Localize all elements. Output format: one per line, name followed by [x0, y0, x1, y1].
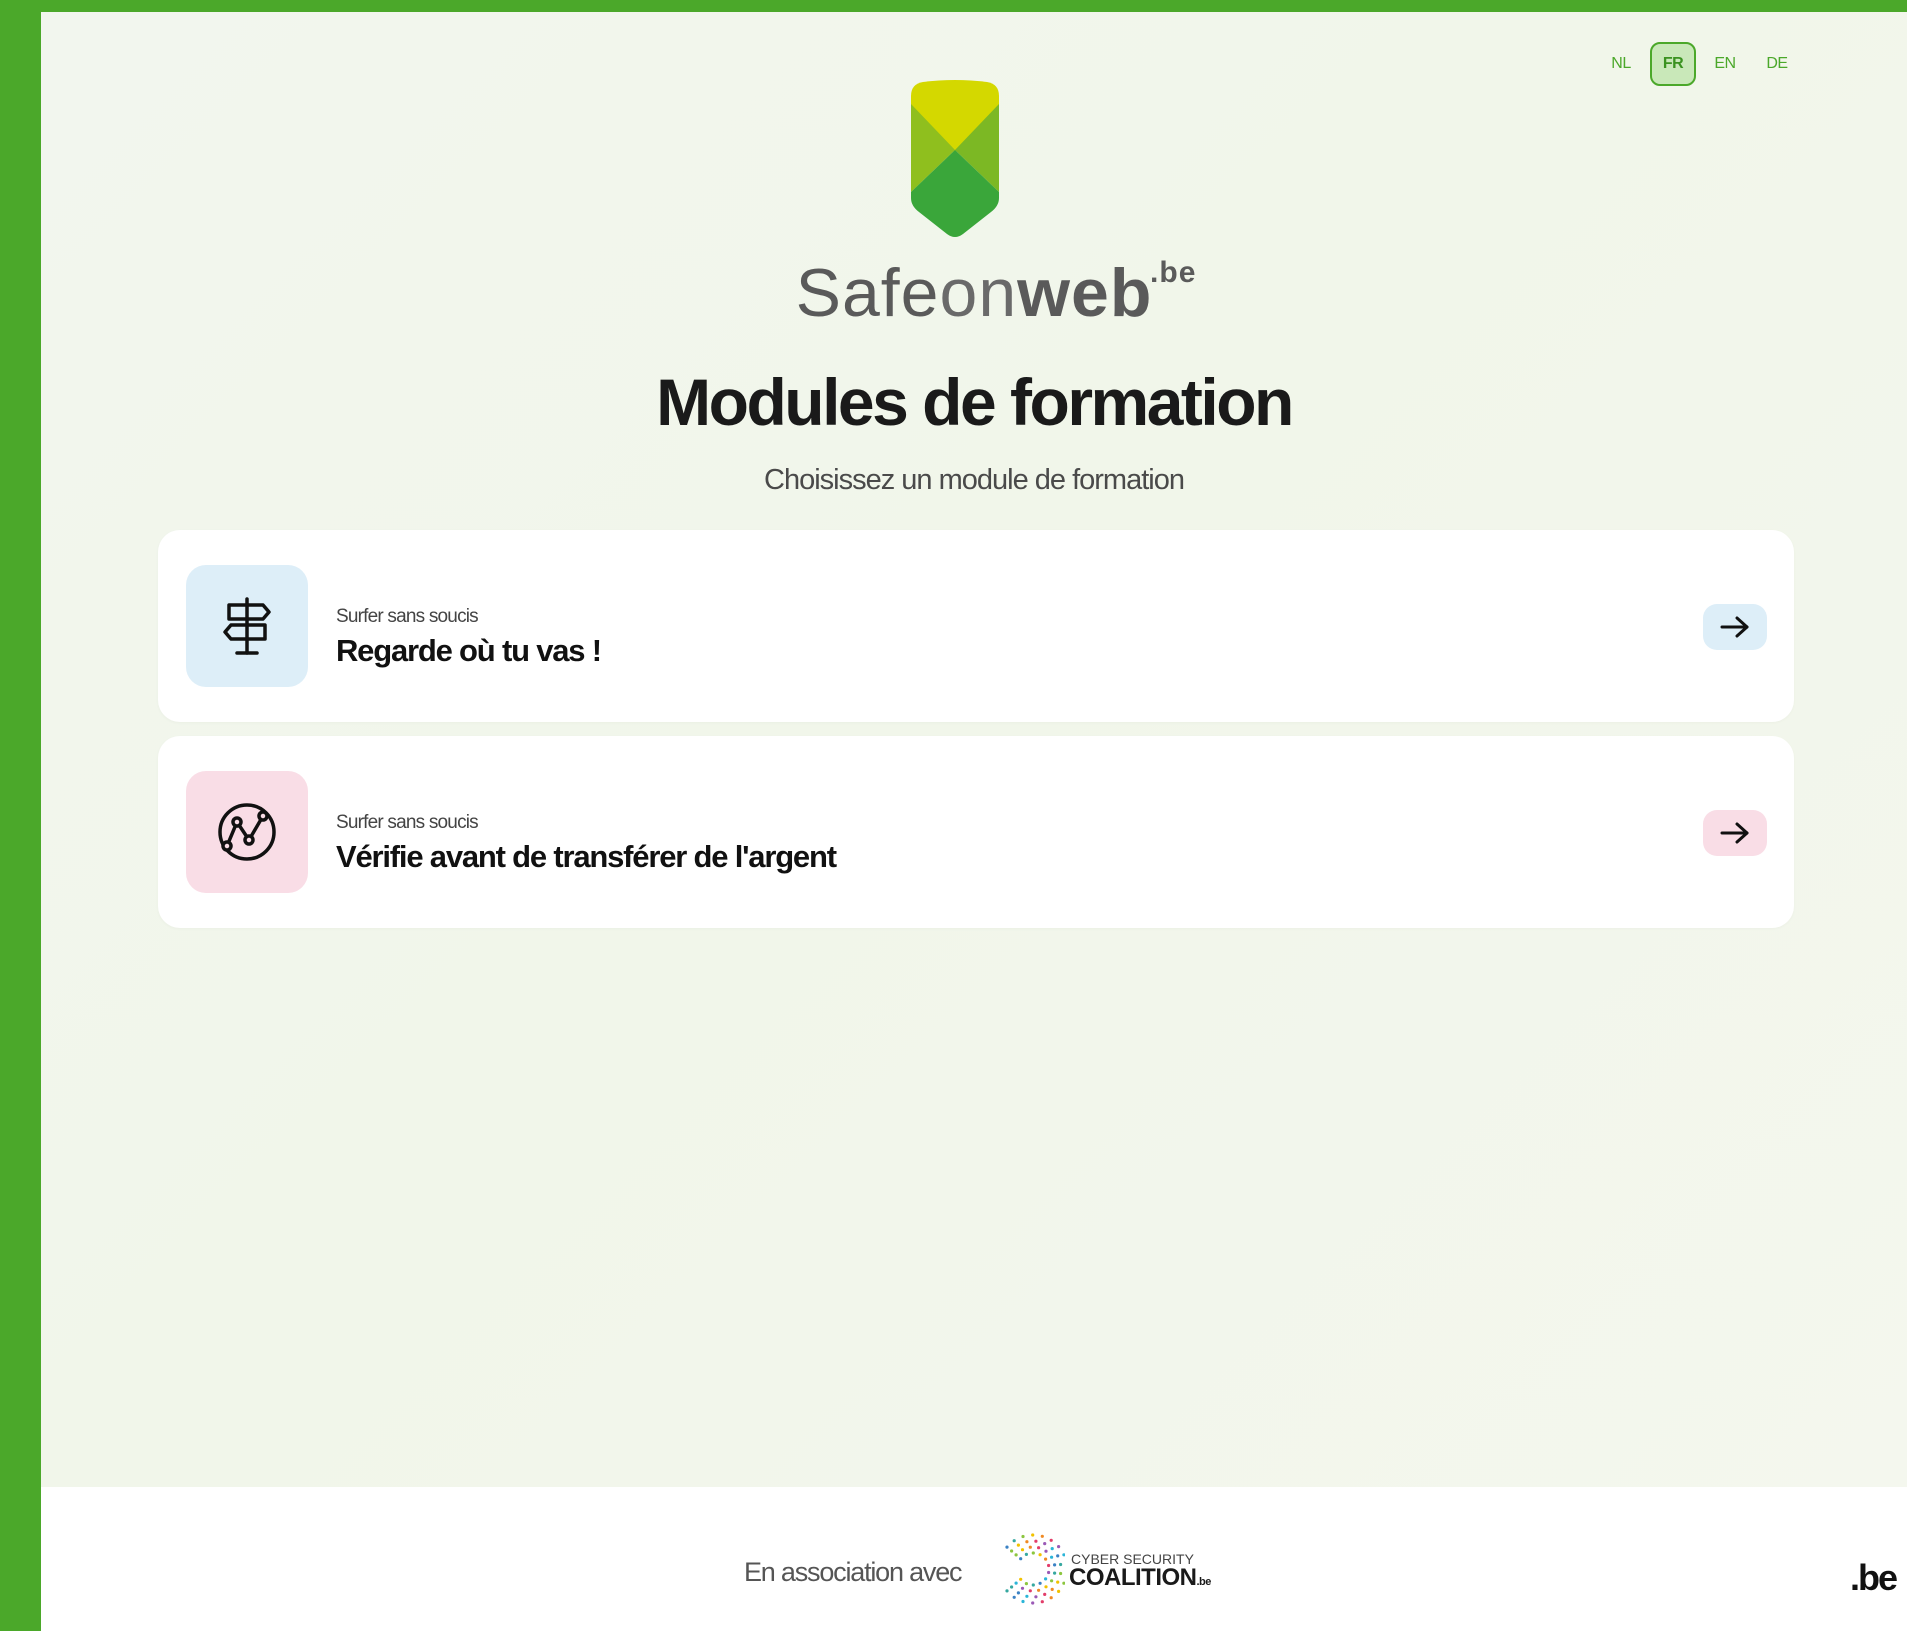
coalition-dot	[1019, 1577, 1023, 1581]
coalition-dot	[1047, 1570, 1051, 1575]
coalition-dot	[1016, 1543, 1020, 1547]
module-title: Regarde où tu vas !	[336, 633, 602, 668]
coalition-dot	[1031, 1601, 1035, 1605]
module-open-button[interactable]	[1703, 604, 1767, 650]
coalition-dot	[1043, 1542, 1047, 1546]
coalition-dot	[1021, 1534, 1025, 1539]
coalition-dot	[1059, 1571, 1063, 1576]
arrow-right-icon	[1720, 822, 1749, 844]
coalition-dot	[1062, 1553, 1065, 1557]
page-title: Modules de formation	[656, 365, 1294, 439]
coalition-dots-icon	[1005, 1533, 1065, 1605]
partner-suffix: .be	[1196, 1576, 1212, 1588]
coalition-dot	[1012, 1539, 1016, 1543]
coalition-dot	[1044, 1557, 1048, 1561]
coalition-dot	[1059, 1562, 1063, 1567]
coalition-dot	[1044, 1549, 1048, 1553]
coalition-dot	[1016, 1591, 1020, 1595]
coalition-dot	[1020, 1586, 1025, 1590]
brand-tld: .be	[1150, 256, 1197, 289]
footer: En association avec CYBER SECURITY COALI…	[41, 1487, 1907, 1631]
coalition-dot	[1031, 1583, 1035, 1587]
coalition-dot	[1025, 1594, 1029, 1598]
coalition-dot	[1053, 1563, 1057, 1567]
coalition-dot	[1010, 1549, 1014, 1553]
coalition-dot	[1025, 1540, 1029, 1544]
coalition-dot	[1049, 1538, 1053, 1542]
module-icon-box	[186, 565, 308, 687]
module-title: Vérifie avant de transférer de l'argent	[336, 839, 837, 874]
module-icon-box	[186, 771, 308, 893]
lang-nl-button[interactable]: NL	[1598, 42, 1644, 86]
brand-wordmark: Safeonweb .be	[41, 254, 1907, 332]
signpost-icon	[223, 597, 271, 655]
coalition-dot	[1056, 1554, 1060, 1558]
coalition-dot	[1050, 1579, 1054, 1583]
lang-de-button[interactable]: DE	[1754, 42, 1800, 86]
coalition-dot	[1028, 1589, 1032, 1593]
coalition-dot	[1010, 1585, 1014, 1589]
coalition-dot	[1049, 1596, 1053, 1600]
brand-safe: Safe	[795, 255, 940, 331]
coalition-dot	[1040, 1600, 1044, 1604]
arrow-right-icon	[1720, 616, 1749, 638]
coalition-dot	[1012, 1595, 1016, 1599]
coalition-dot	[1024, 1582, 1028, 1586]
coalition-dot	[1040, 1534, 1044, 1538]
coalition-dot	[1038, 1553, 1042, 1557]
coalition-dot	[1057, 1545, 1061, 1549]
page-subtitle: Choisissez un module de formation	[764, 464, 1185, 496]
coalition-dot	[1037, 1546, 1041, 1550]
coalition-dot	[1005, 1545, 1009, 1549]
coalition-dot	[1005, 1589, 1009, 1593]
coalition-dot	[1047, 1563, 1051, 1568]
module-open-button[interactable]	[1703, 810, 1767, 856]
money-transfer-icon	[218, 803, 276, 861]
coalition-dot	[1050, 1587, 1054, 1591]
module-card-regarde[interactable]: Surfer sans soucis Regarde où tu vas !	[158, 530, 1794, 722]
coalition-dot	[1034, 1595, 1038, 1599]
brand-on: on	[939, 255, 1018, 331]
coalition-dot	[1019, 1557, 1023, 1561]
lang-fr-button[interactable]: FR	[1650, 42, 1696, 86]
page: NL FR EN DE Safeonweb .be Modules de for…	[41, 12, 1907, 1631]
coalition-dot	[1044, 1585, 1048, 1589]
coalition-dot	[1038, 1581, 1042, 1585]
coalition-dot	[1024, 1552, 1028, 1556]
language-switcher: NL FR EN DE	[1598, 42, 1806, 86]
coalition-dot	[1021, 1599, 1025, 1604]
module-card-verifie[interactable]: Surfer sans soucis Vérifie avant de tran…	[158, 736, 1794, 928]
lang-en-button[interactable]: EN	[1702, 42, 1748, 86]
coalition-dot	[1050, 1547, 1054, 1551]
coalition-dot	[1050, 1555, 1054, 1559]
coalition-dot	[1053, 1571, 1057, 1575]
association-text: En association avec	[744, 1557, 963, 1587]
coalition-dot	[1056, 1580, 1060, 1584]
coalition-dot	[1043, 1592, 1047, 1596]
coalition-dot	[1031, 1551, 1035, 1555]
coalition-dot	[1034, 1539, 1038, 1543]
coalition-dot	[1031, 1533, 1035, 1537]
coalition-dot	[1028, 1545, 1032, 1549]
coalition-dot	[1020, 1548, 1025, 1552]
coalition-dot	[1014, 1581, 1018, 1585]
module-category: Surfer sans soucis	[336, 812, 479, 833]
coalition-dot	[1057, 1589, 1061, 1593]
brand-web: web	[1017, 255, 1153, 331]
safeonweb-shield-logo	[911, 80, 999, 237]
coalition-dot	[1037, 1588, 1041, 1592]
module-category: Surfer sans soucis	[336, 606, 479, 627]
partner-big-text: COALITION.be	[1069, 1564, 1211, 1592]
belgian-government-logo[interactable]: .be	[1850, 1557, 1898, 1599]
partner-name: COALITION	[1069, 1564, 1197, 1591]
coalition-dot	[1014, 1553, 1018, 1557]
coalition-dot	[1062, 1581, 1065, 1585]
cyber-security-coalition-logo[interactable]: CYBER SECURITY COALITION.be	[995, 1527, 1225, 1611]
coalition-dot	[1044, 1577, 1048, 1581]
